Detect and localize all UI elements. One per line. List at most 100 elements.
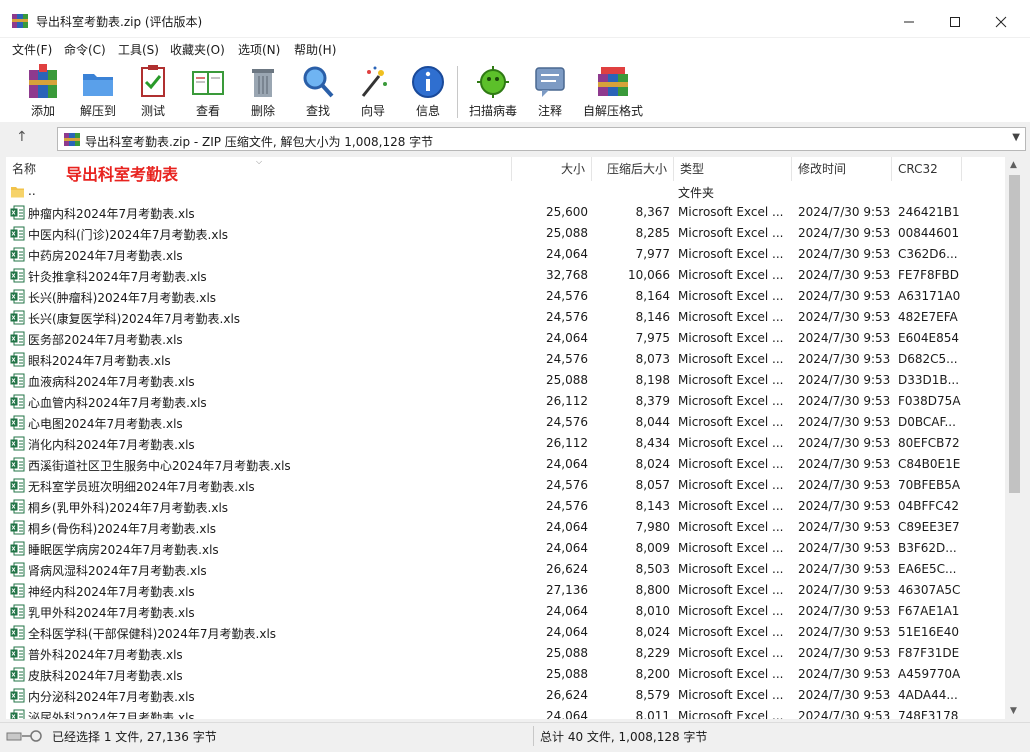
file-row[interactable]: 普外科2024年7月考勤表.xls 25,088 8,229 Microsoft Ex… xyxy=(6,643,1006,664)
winrar-window: 导出科室考勤表.zip (评估版本) 文件(F) 命令(C) 工具(S) 收藏夹… xyxy=(0,0,1030,752)
status-separator xyxy=(533,726,534,746)
file-type: Microsoft Excel ... xyxy=(678,625,784,639)
vertical-scrollbar[interactable]: ▲ ▼ xyxy=(1005,157,1024,719)
info-label: 信息 xyxy=(415,104,440,118)
file-row[interactable]: 心血管内科2024年7月考勤表.xls 26,112 8,379 Microsoft … xyxy=(6,391,1006,412)
file-packed-size: 8,367 xyxy=(635,205,670,219)
file-row[interactable]: 消化内科2024年7月考勤表.xls 26,112 8,434 Microsoft E… xyxy=(6,433,1006,454)
column-header-crc[interactable]: CRC32 xyxy=(892,157,962,181)
file-row[interactable]: 长兴(肿瘤科)2024年7月考勤表.xls 24,576 8,164 Microsof… xyxy=(6,286,1006,307)
maximize-icon xyxy=(950,17,960,27)
menu-help[interactable]: 帮助(H) xyxy=(294,41,336,58)
file-name: 普外科2024年7月考勤表.xls xyxy=(28,648,183,662)
find-button[interactable]: 查找 xyxy=(288,62,348,120)
extract-icon xyxy=(83,74,113,96)
file-name: 心血管内科2024年7月考勤表.xls xyxy=(28,396,207,410)
file-type: Microsoft Excel ... xyxy=(678,583,784,597)
scroll-up-icon[interactable]: ▲ xyxy=(1010,160,1017,170)
file-type: Microsoft Excel ... xyxy=(678,562,784,576)
menu-tools[interactable]: 工具(S) xyxy=(118,41,159,58)
file-row[interactable]: 全科医学科(干部保健科)2024年7月考勤表.xls 24,064 8,024 Mic… xyxy=(6,622,1006,643)
file-type: Microsoft Excel ... xyxy=(678,310,784,324)
file-type: Microsoft Excel ... xyxy=(678,436,784,450)
file-row[interactable]: 医务部2024年7月考勤表.xls 24,064 7,975 Microsoft Ex… xyxy=(6,328,1006,349)
file-crc: 00844601 xyxy=(898,226,960,240)
file-row[interactable]: 眼科2024年7月考勤表.xls 24,576 8,073 Microsoft Exc… xyxy=(6,349,1006,370)
scroll-down-icon[interactable]: ▼ xyxy=(1010,706,1017,716)
test-button[interactable]: 测试 xyxy=(123,62,183,120)
column-header-modified[interactable]: 修改时间 xyxy=(792,157,892,181)
file-modified: 2024/7/30 9:53 xyxy=(798,562,891,576)
file-row[interactable]: 中医内科(门诊)2024年7月考勤表.xls 25,088 8,285 Microso… xyxy=(6,223,1006,244)
file-name: 内分泌科2024年7月考勤表.xls xyxy=(28,690,195,704)
info-button[interactable]: 信息 xyxy=(398,62,458,120)
info-icon xyxy=(412,66,444,98)
file-row[interactable]: 桐乡(骨伤科)2024年7月考勤表.xls 24,064 7,980 Microsof… xyxy=(6,517,1006,538)
file-type: Microsoft Excel ... xyxy=(678,688,784,702)
menu-options[interactable]: 选项(N) xyxy=(238,41,280,58)
file-type: Microsoft Excel ... xyxy=(678,541,784,555)
wizard-icon xyxy=(361,66,387,97)
add-button[interactable]: 添加 xyxy=(13,62,73,120)
wizard-button[interactable]: 向导 xyxy=(343,62,403,120)
excel-file-icon xyxy=(10,688,25,703)
menu-commands[interactable]: 命令(C) xyxy=(64,41,106,58)
file-modified: 2024/7/30 9:53 xyxy=(798,604,891,618)
file-modified: 2024/7/30 9:53 xyxy=(798,709,891,719)
file-row[interactable]: .. 文件夹 xyxy=(6,181,1006,202)
file-row[interactable]: 血液病科2024年7月考勤表.xls 25,088 8,198 Microsoft E… xyxy=(6,370,1006,391)
view-button[interactable]: 查看 xyxy=(178,62,238,120)
excel-file-icon xyxy=(10,373,25,388)
file-row[interactable]: 皮肤科2024年7月考勤表.xls 25,088 8,200 Microsoft Ex… xyxy=(6,664,1006,685)
find-label: 查找 xyxy=(305,104,330,118)
file-modified: 2024/7/30 9:53 xyxy=(798,499,891,513)
menu-favorites[interactable]: 收藏夹(O) xyxy=(170,41,225,58)
excel-file-icon xyxy=(10,415,25,430)
file-packed-size: 10,066 xyxy=(628,268,670,282)
file-type: 文件夹 xyxy=(678,186,715,200)
file-row[interactable]: 针灸推拿科2024年7月考勤表.xls 32,768 10,066 Microsoft… xyxy=(6,265,1006,286)
folder-icon xyxy=(11,187,24,198)
comment-button[interactable]: 注释 xyxy=(520,62,580,120)
file-crc: A459770A xyxy=(898,667,961,681)
key-drive-icon xyxy=(6,730,42,742)
up-arrow-icon[interactable]: ↑ xyxy=(16,129,28,145)
file-modified: 2024/7/30 9:53 xyxy=(798,457,891,471)
file-row[interactable]: 泌尿外科2024年7月考勤表.xls 24,064 8,011 Microsoft E… xyxy=(6,706,1006,719)
file-packed-size: 7,980 xyxy=(635,520,670,534)
file-row[interactable]: 桐乡(乳甲外科)2024年7月考勤表.xls 24,576 8,143 Microso… xyxy=(6,496,1006,517)
close-button[interactable] xyxy=(978,8,1024,36)
file-size: 24,064 xyxy=(546,331,588,345)
address-field[interactable]: 导出科室考勤表.zip - ZIP 压缩文件, 解包大小为 1,008,128 … xyxy=(57,127,1026,151)
file-row[interactable]: 睡眠医学病房2024年7月考勤表.xls 24,064 8,009 Microsoft… xyxy=(6,538,1006,559)
column-header-type[interactable]: 类型 xyxy=(674,157,792,181)
file-packed-size: 8,010 xyxy=(635,604,670,618)
column-header-packed[interactable]: 压缩后大小 xyxy=(592,157,674,181)
delete-button[interactable]: 删除 xyxy=(233,62,293,120)
file-list[interactable]: 名称 ⌵ 大小 压缩后大小 类型 修改时间 CRC32 导出科室考勤表 .. 文件… xyxy=(6,157,1024,719)
minimize-button[interactable] xyxy=(886,8,932,36)
scrollbar-thumb[interactable] xyxy=(1009,175,1020,493)
virus-scan-button[interactable]: 扫描病毒 xyxy=(463,62,523,120)
menu-file[interactable]: 文件(F) xyxy=(12,41,52,58)
excel-file-icon xyxy=(10,499,25,514)
file-row[interactable]: 西溪街道社区卫生服务中心2024年7月考勤表.xls 24,064 8,024 Mic… xyxy=(6,454,1006,475)
file-row[interactable]: 无科室学员班次明细2024年7月考勤表.xls 24,576 8,057 Micros… xyxy=(6,475,1006,496)
maximize-button[interactable] xyxy=(932,8,978,36)
extract-to-button[interactable]: 解压到 xyxy=(68,62,128,120)
file-row[interactable]: 内分泌科2024年7月考勤表.xls 26,624 8,579 Microsoft E… xyxy=(6,685,1006,706)
file-row[interactable]: 中药房2024年7月考勤表.xls 24,064 7,977 Microsoft Ex… xyxy=(6,244,1006,265)
sfx-button[interactable]: 自解压格式 xyxy=(583,62,643,120)
file-row[interactable]: 心电图2024年7月考勤表.xls 24,576 8,044 Microsoft Ex… xyxy=(6,412,1006,433)
file-row[interactable]: 肿瘤内科2024年7月考勤表.xls 25,600 8,367 Microsoft E… xyxy=(6,202,1006,223)
chevron-down-icon[interactable]: ▼ xyxy=(1012,132,1020,143)
file-row[interactable]: 肾病风湿科2024年7月考勤表.xls 26,624 8,503 Microsoft … xyxy=(6,559,1006,580)
file-type: Microsoft Excel ... xyxy=(678,247,784,261)
file-row[interactable]: 神经内科2024年7月考勤表.xls 27,136 8,800 Microsoft E… xyxy=(6,580,1006,601)
file-row[interactable]: 长兴(康复医学科)2024年7月考勤表.xls 24,576 8,146 Micros… xyxy=(6,307,1006,328)
file-packed-size: 8,009 xyxy=(635,541,670,555)
file-row[interactable]: 乳甲外科2024年7月考勤表.xls 24,064 8,010 Microsoft E… xyxy=(6,601,1006,622)
file-crc: 80EFCB72 xyxy=(898,436,960,450)
column-header-size[interactable]: 大小 xyxy=(512,157,592,181)
column-crc-label: CRC32 xyxy=(898,162,938,176)
